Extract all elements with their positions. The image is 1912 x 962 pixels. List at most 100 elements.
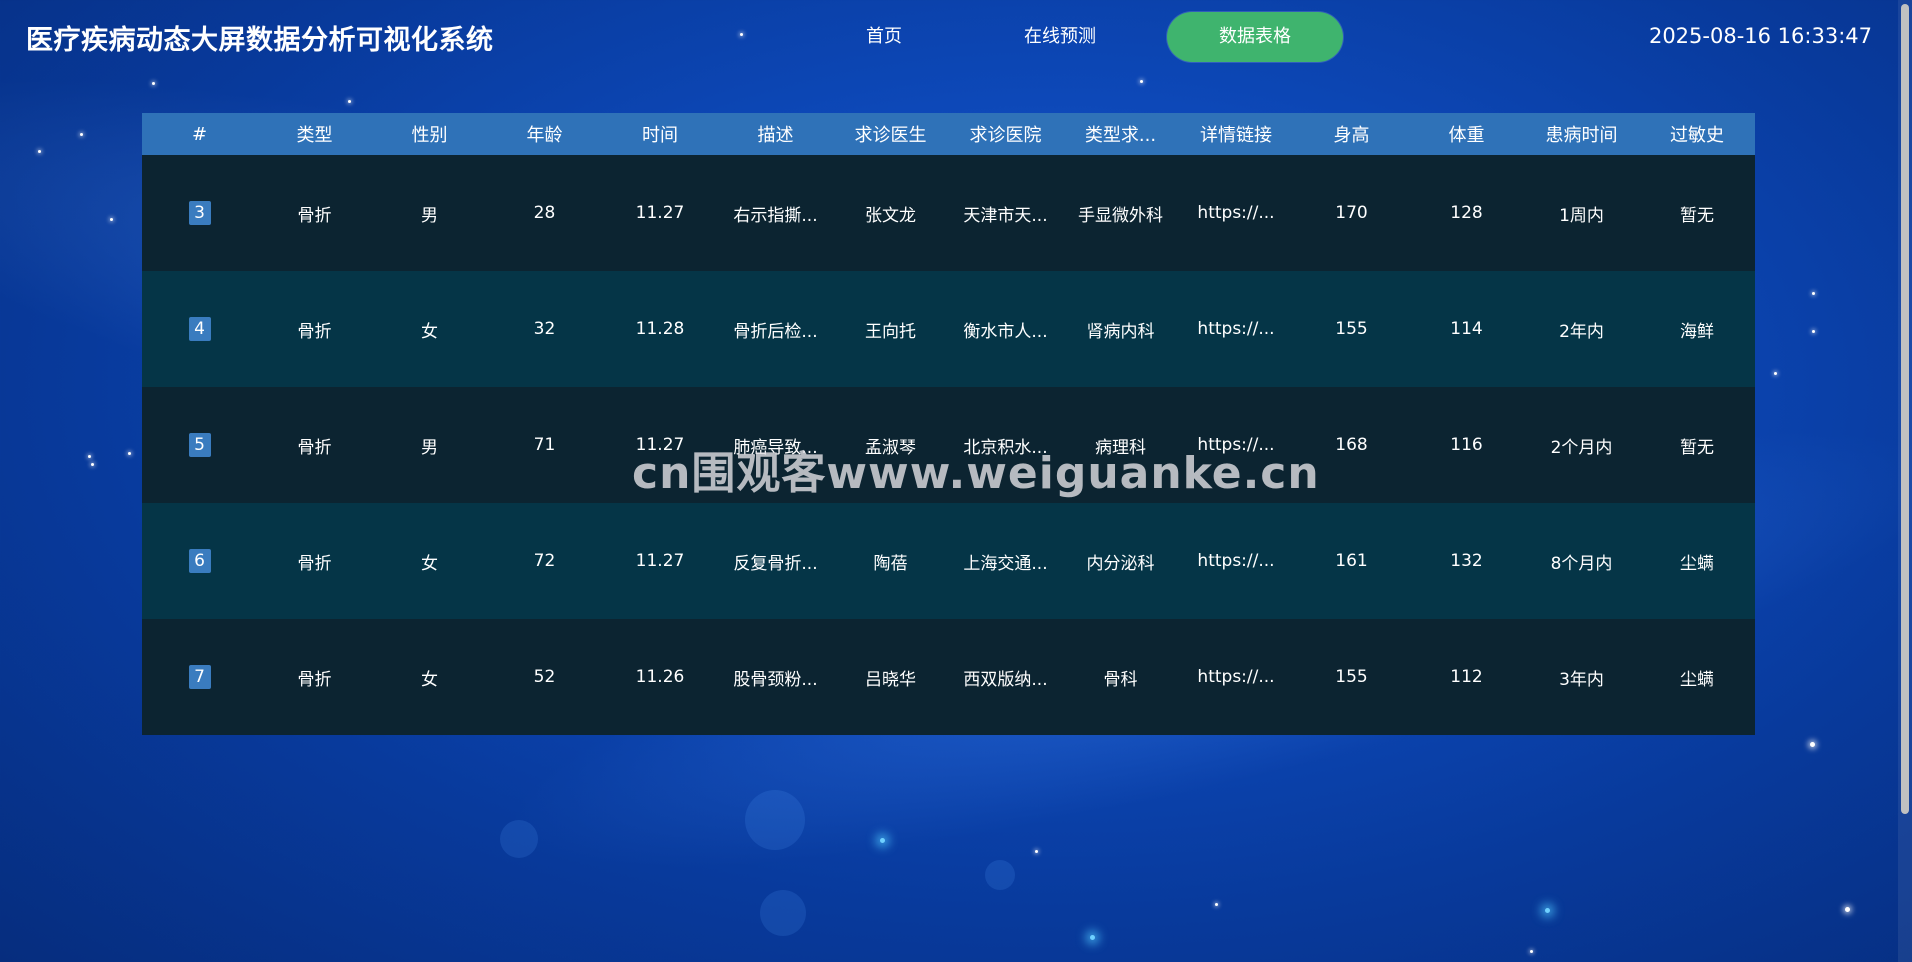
column-header-description: 描述: [757, 125, 794, 146]
cell-detail-link[interactable]: https://...: [1178, 387, 1294, 503]
cell-age: 32: [533, 319, 556, 339]
background-star: [348, 100, 351, 103]
cell-doctor: 张文龙: [865, 205, 916, 226]
column-header-allergy: 过敏史: [1670, 125, 1724, 146]
cell-weight: 128: [1450, 203, 1483, 223]
cell-description: 反复骨折...: [733, 553, 818, 574]
table-row: 4 骨折 女 32 11.28 骨折后检... 王向托 衡水市人... 肾病内科…: [142, 271, 1755, 387]
table-header-row: # 类型 性别 年龄 时间 描述 求诊医生 求诊医院 类型求... 详情链接 身…: [142, 113, 1755, 155]
cell-gender: 女: [421, 321, 438, 342]
background-star: [1035, 850, 1038, 853]
cell-time: 11.27: [635, 435, 685, 455]
cell-description: 骨折后检...: [733, 321, 818, 342]
cell-weight: 112: [1450, 667, 1483, 687]
cell-department: 手显微外科: [1078, 205, 1163, 226]
cell-time: 11.27: [635, 551, 685, 571]
column-header-detail-link: 详情链接: [1200, 125, 1272, 146]
cell-doctor: 吕晓华: [865, 669, 916, 690]
page-scrollbar[interactable]: [1898, 0, 1912, 962]
cell-height: 170: [1335, 203, 1368, 223]
index-badge: 4: [188, 317, 211, 341]
cell-allergy: 暂无: [1680, 437, 1714, 458]
cell-height: 155: [1335, 667, 1368, 687]
background-bokeh: [745, 790, 805, 850]
background-star: [88, 455, 91, 458]
cell-index: 5: [142, 387, 257, 503]
column-header-doctor: 求诊医生: [854, 125, 927, 146]
cell-detail-link[interactable]: https://...: [1178, 271, 1294, 387]
background-star: [1812, 292, 1815, 295]
background-star: [91, 463, 94, 466]
cell-gender: 男: [421, 205, 438, 226]
cell-description: 肺癌导致...: [733, 437, 818, 458]
column-header-height: 身高: [1333, 125, 1370, 146]
cell-time: 11.27: [635, 203, 685, 223]
background-star: [38, 150, 41, 153]
cell-illness-duration: 8个月内: [1550, 553, 1613, 574]
cell-age: 52: [533, 667, 556, 687]
cell-type: 骨折: [297, 321, 332, 342]
column-header-type: 类型: [296, 125, 333, 146]
cell-weight: 114: [1450, 319, 1483, 339]
background-star: [1845, 907, 1850, 912]
cell-height: 155: [1335, 319, 1368, 339]
column-header-weight: 体重: [1448, 125, 1485, 146]
background-bokeh: [760, 890, 806, 936]
background-star: [1140, 80, 1143, 83]
cell-allergy: 海鲜: [1680, 321, 1714, 342]
cell-description: 右示指撕...: [733, 205, 818, 226]
cell-type: 骨折: [297, 553, 332, 574]
nav-home[interactable]: 首页: [834, 12, 934, 62]
cell-illness-duration: 2年内: [1559, 321, 1604, 342]
background-star: [80, 133, 83, 136]
background-star: [1774, 372, 1777, 375]
table-row: 7 骨折 女 52 11.26 股骨颈粉... 吕晓华 西双版纳... 骨科 h…: [142, 619, 1755, 735]
cell-age: 28: [533, 203, 556, 223]
cell-detail-link[interactable]: https://...: [1178, 503, 1294, 619]
index-badge: 3: [188, 201, 211, 225]
cell-department: 骨科: [1103, 669, 1138, 690]
cell-hospital: 衡水市人...: [963, 321, 1048, 342]
cell-allergy: 尘螨: [1680, 669, 1714, 690]
table-row: 6 骨折 女 72 11.27 反复骨折... 陶蓓 上海交通... 内分泌科 …: [142, 503, 1755, 619]
background-star: [152, 82, 155, 85]
cell-doctor: 王向托: [865, 321, 916, 342]
column-header-time: 时间: [642, 125, 678, 146]
cell-hospital: 西双版纳...: [963, 669, 1048, 690]
cell-type: 骨折: [297, 669, 332, 690]
app-title: 医疗疾病动态大屏数据分析可视化系统: [26, 25, 494, 56]
cell-height: 161: [1335, 551, 1368, 571]
cell-index: 7: [142, 619, 257, 735]
nav-online-predict[interactable]: 在线预测: [1010, 12, 1110, 62]
cell-allergy: 暂无: [1680, 205, 1714, 226]
scrollbar-thumb[interactable]: [1901, 4, 1909, 814]
background-star: [1530, 950, 1533, 953]
cell-weight: 116: [1450, 435, 1483, 455]
cell-allergy: 尘螨: [1680, 553, 1714, 574]
column-header-index: #: [191, 123, 208, 145]
data-table: # 类型 性别 年龄 时间 描述 求诊医生 求诊医院 类型求... 详情链接 身…: [142, 113, 1755, 735]
background-star: [128, 452, 131, 455]
background-star: [880, 838, 885, 843]
cell-doctor: 孟淑琴: [865, 437, 916, 458]
cell-gender: 女: [421, 669, 438, 690]
background-star: [1090, 935, 1095, 940]
background-bokeh: [985, 860, 1015, 890]
cell-index: 3: [142, 155, 257, 271]
data-table-container: # 类型 性别 年龄 时间 描述 求诊医生 求诊医院 类型求... 详情链接 身…: [142, 113, 1755, 735]
cell-height: 168: [1335, 435, 1368, 455]
cell-doctor: 陶蓓: [873, 553, 908, 574]
cell-description: 股骨颈粉...: [733, 669, 818, 690]
cell-department: 肾病内科: [1086, 321, 1155, 342]
index-badge: 7: [188, 665, 211, 689]
cell-illness-duration: 2个月内: [1550, 437, 1613, 458]
cell-age: 72: [533, 551, 556, 571]
cell-department: 病理科: [1095, 437, 1146, 458]
cell-detail-link[interactable]: https://...: [1178, 155, 1294, 271]
cell-gender: 女: [421, 553, 438, 574]
cell-type: 骨折: [297, 205, 332, 226]
cell-detail-link[interactable]: https://...: [1178, 619, 1294, 735]
nav-data-table[interactable]: 数据表格: [1167, 12, 1343, 62]
cell-time: 11.26: [635, 667, 685, 687]
cell-type: 骨折: [297, 437, 332, 458]
